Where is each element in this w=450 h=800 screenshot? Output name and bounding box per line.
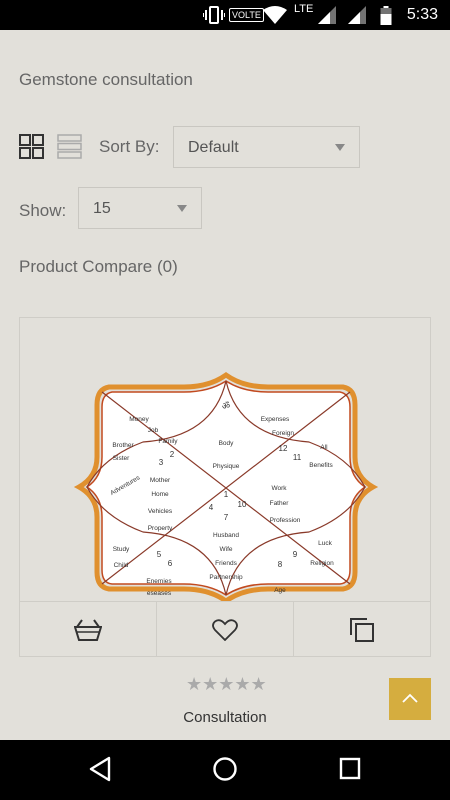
house-1-number: 1 [224,490,229,499]
page-content: Gemstone consultation Sort By: Default S… [0,30,450,740]
product-actions [20,601,430,657]
house-1-line-1: Body [219,440,235,447]
house-8-line-1: Age [274,587,286,594]
home-icon[interactable] [212,756,238,782]
house-2-line-3: Family [158,438,178,445]
heart-icon [212,618,238,641]
house-4-line-4: Property [148,525,173,532]
house-10-line-3: Profession [270,517,301,524]
house-10-number: 10 [238,500,247,509]
show-select-value: 15 [93,200,111,217]
scroll-to-top-button[interactable] [389,678,431,720]
back-icon[interactable] [88,756,112,782]
house-10-line-1: Work [271,485,287,492]
house-2-line-2: Job [148,427,159,434]
show-label: Show: [19,201,67,220]
chevron-down-icon [177,205,187,212]
chevron-up-icon [402,693,418,703]
house-4-line-2: Home [151,491,169,498]
wishlist-button[interactable] [157,602,294,657]
house-11-number: 11 [293,453,302,462]
rating-stars: ★★★★★ [186,674,267,694]
add-to-cart-button[interactable] [20,602,157,657]
product-compare-link[interactable]: Product Compare (0) [19,257,178,277]
sort-select[interactable]: Default [173,126,360,168]
page-title: Gemstone consultation [19,70,193,89]
house-4-number: 4 [209,503,214,512]
volte-badge: VOLTE [229,8,264,22]
battery-icon [380,6,392,25]
product-card: ॐ Body Physique 1 Money Job Family 2 Bro… [19,317,431,657]
house-7-line-3: Friends [215,560,237,567]
recents-icon[interactable] [339,756,361,782]
house-3-number: 3 [159,458,164,467]
house-12-number: 12 [279,444,288,453]
sort-select-value: Default [188,139,239,156]
list-view-icon[interactable] [57,134,82,159]
show-select[interactable]: 15 [78,187,202,229]
house-2-line-1: Money [129,416,149,423]
status-bar: VOLTE LTE 5:33 [0,0,450,30]
navigation-bar [0,740,450,800]
house-6-number: 6 [168,559,173,568]
chevron-down-icon [335,144,345,151]
house-1-line-2: Physique [213,463,240,470]
house-12-line-2: Foreign [272,430,294,437]
grid-view-icon[interactable] [19,134,44,159]
house-5-number: 5 [157,550,162,559]
wifi-icon [263,6,287,24]
house-2-number: 2 [170,450,175,459]
basket-icon [74,618,102,641]
house-7-number: 7 [224,513,229,522]
house-3-line-1: Brother [112,442,134,449]
house-7-line-1: Husband [213,532,239,539]
house-7-line-4: Partnership [209,574,243,581]
house-11-line-1: All [320,444,328,451]
sort-label: Sort By: [99,137,160,156]
house-4-line-1: Mother [150,477,171,484]
compare-icon [350,617,374,642]
house-9-line-2: Religion [310,560,334,567]
house-11-line-2: Benefits [309,462,333,469]
house-7-line-2: Wife [220,546,233,553]
house-8-number: 8 [278,560,283,569]
vibrate-icon [203,6,225,24]
house-9-number: 9 [293,550,298,559]
house-10-line-2: Father [270,500,290,507]
house-9-line-1: Luck [318,540,332,547]
clock: 5:33 [406,6,438,23]
signal-icon [318,6,336,24]
house-5-line-2: Child [114,562,129,569]
house-4-line-3: Vehicles [148,508,173,515]
house-6-line-2: eseases [147,590,172,597]
house-5-line-1: Study [113,546,130,553]
house-3-line-2: Sister [113,455,130,462]
product-image[interactable]: ॐ Body Physique 1 Money Job Family 2 Bro… [21,319,431,601]
house-12-line-1: Expenses [261,416,290,423]
signal-icon [348,6,366,24]
compare-button[interactable] [294,602,430,657]
product-name[interactable]: Consultation [0,709,450,726]
chart-top-symbol: ॐ [222,401,230,411]
network-type: LTE [294,3,314,15]
house-6-line-1: Enemies [146,578,172,585]
